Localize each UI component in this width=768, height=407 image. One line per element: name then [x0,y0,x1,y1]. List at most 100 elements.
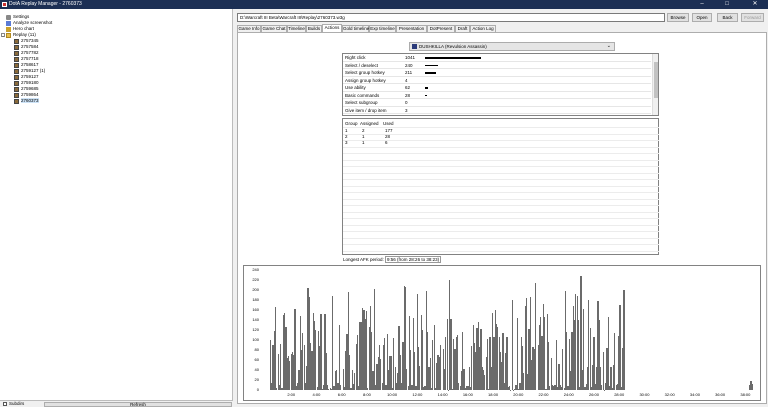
player-select[interactable]: DUSHKILLA (Revulsion Assassin) ⌄ [409,42,615,51]
apm-bar [556,340,557,390]
replay-path-input[interactable]: D:\Warcraft III Beta\Warcraft III\Replay… [237,13,665,22]
open-button[interactable]: Open [692,13,712,22]
tab-strip: Game Info Game Chat Timeline Builds Acti… [237,25,767,32]
apm-bar [623,290,624,390]
replay-file-icon [14,81,19,86]
apm-bar [374,289,375,390]
scrollbar-thumb[interactable] [654,62,658,98]
table-gridline [343,199,659,200]
action-name: Assign group hotkey [345,77,386,84]
tab-dotpresent[interactable]: DotPresent [427,25,455,32]
apm-bar [593,337,594,390]
action-count: 1041 [405,54,415,61]
action-row: Select group hotkey 211 [343,69,651,77]
collapse-toggle-icon[interactable]: - [1,33,5,37]
table-gridline [343,225,659,226]
replay-file-icon [14,63,19,68]
replay-tree: Settings Analyze screenshot Hero chart -… [0,9,233,400]
tab-game-chat[interactable]: Game Chat [261,25,287,32]
y-tick-label: 0 [245,388,259,392]
minimize-button[interactable]: ‒ [691,0,713,9]
tab-exp-timeline[interactable]: Exp timeline [369,25,396,32]
afk-value: 9:56 (from 28:26 to 38:23) [385,256,441,263]
table-gridline [343,127,659,128]
hero-chart-icon [6,27,11,32]
action-row: Select subgroup0 [343,99,651,107]
table-gridline [343,147,659,148]
y-tick-label: 120 [245,328,259,332]
apm-bar [339,325,340,390]
action-count: 211 [405,69,412,76]
replay-label: 2760373 [21,98,39,103]
tab-game-info[interactable]: Game Info [237,25,261,32]
action-bar [425,72,436,74]
y-tick-label: 160 [245,308,259,312]
forward-button[interactable]: Forward [741,13,764,22]
replay-label: 2757584 [21,44,39,49]
apm-bar [275,307,276,390]
table-gridline [343,192,659,193]
apm-bar [517,318,518,390]
title-bar: DotA Replay Manager - 2760373 ‒ □ ✕ [0,0,768,9]
table-gridline [343,238,659,239]
player-color-icon [412,44,417,49]
action-count: 0 [405,99,408,106]
x-tick-label: 36:00 [710,393,730,397]
x-tick-label: 12:00 [407,393,427,397]
apm-bar [332,296,333,390]
afk-label: Longest AFK period: [343,257,384,262]
x-tick-label: 24:00 [559,393,579,397]
tab-action-log[interactable]: Action Log [470,25,496,32]
replay-file-icon [14,75,19,80]
action-row: Assign group hotkey4 [343,77,651,85]
table-gridline [343,244,659,245]
apm-bar [320,314,321,390]
y-tick-label: 200 [245,288,259,292]
x-tick-label: 6:00 [332,393,352,397]
tree-item-replay[interactable]: 2760373 [14,98,39,104]
x-tick-label: 22:00 [534,393,554,397]
maximize-button[interactable]: □ [716,0,738,9]
apm-bar [610,367,611,390]
x-tick-label: 16:00 [458,393,478,397]
apm-bar [294,309,295,390]
action-count: 62 [405,84,410,91]
replay-file-icon [14,45,19,50]
analyze-icon [6,21,11,26]
app-icon [2,2,7,7]
back-button[interactable]: Back [717,13,738,22]
tab-presentation[interactable]: Presentation [396,25,427,32]
subdirs-checkbox[interactable] [3,402,7,406]
y-tick-label: 240 [245,268,259,272]
action-name: Basic commands [345,92,379,99]
window-title: DotA Replay Manager - 2760373 [9,1,82,8]
table-gridline [343,173,659,174]
tab-actions[interactable]: Actions [322,24,342,32]
action-row: Give item / drop item3 [343,107,651,115]
action-row: Right click1041 [343,54,651,62]
replay-label: 2759864 [21,92,39,97]
tab-builds[interactable]: Builds [306,25,322,32]
tab-gold-timeline[interactable]: Gold timeline [342,25,369,32]
table-gridline [343,153,659,154]
x-tick-label: 32:00 [660,393,680,397]
x-tick-label: 38:00 [735,393,755,397]
apm-bar [535,283,536,390]
replay-file-icon [14,87,19,92]
subdirs-label: Subdirs [9,401,24,407]
close-button[interactable]: ✕ [744,0,766,9]
action-row: Select / deselect240 [343,62,651,70]
x-tick-label: 4:00 [306,393,326,397]
action-name: Select / deselect [345,62,378,69]
tab-timeline[interactable]: Timeline [287,25,306,32]
tab-draft[interactable]: Draft [455,25,470,32]
y-tick-label: 40 [245,368,259,372]
replay-label: 2758617 [21,62,39,67]
actions-scrollbar[interactable] [652,54,658,115]
y-tick-label: 80 [245,348,259,352]
apm-bar [608,317,609,390]
table-gridline [343,186,659,187]
table-gridline [343,140,659,141]
browse-button[interactable]: Browse [667,13,689,22]
action-name: Select group hotkey [345,69,385,76]
